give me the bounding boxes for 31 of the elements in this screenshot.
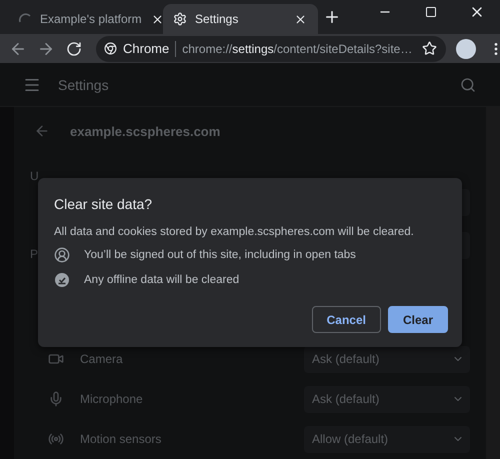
bookmark-star-icon[interactable] [422,41,436,56]
browser-tab[interactable]: Example's platform [8,4,163,34]
microphone-icon [48,391,64,407]
url-text: chrome://settings/content/siteDetails?site… [182,42,412,56]
address-bar[interactable]: Chrome chrome://settings/content/siteDetails?site… [96,36,446,62]
profile-avatar[interactable] [456,38,476,59]
motion-sensor-icon [48,431,64,447]
site-info-icon [104,42,117,56]
dialog-item-text: You’ll be signed out of this site, including in open tabs [84,249,356,261]
dialog-title: Clear site data? [54,196,154,212]
maximize-icon[interactable] [425,6,437,18]
settings-icon [173,12,187,26]
dialog-message: All data and cookies stored by example.scspheres.com will be cleared. [54,226,415,238]
reload-icon[interactable] [66,40,82,57]
permission-label: Microphone [80,392,144,406]
account-icon [54,247,70,263]
close-tab-icon[interactable] [151,12,164,26]
page-title: Settings [58,76,110,93]
search-icon[interactable] [460,76,476,93]
section-label: U [30,169,39,183]
offline-data-icon [54,272,70,288]
browser-tab[interactable]: Settings [163,4,318,34]
close-tab-icon[interactable] [294,12,306,26]
section-label: P [30,247,38,261]
permission-label: Motion sensors [80,432,162,446]
clear-button[interactable]: Clear [388,306,448,333]
site-label: Chrome [123,41,170,56]
cancel-button[interactable]: Cancel [312,306,381,333]
permission-label: Camera [80,352,124,366]
site-name: example.scspheres.com [70,124,220,138]
dialog-item-text: Any offline data will be cleared [84,274,240,286]
